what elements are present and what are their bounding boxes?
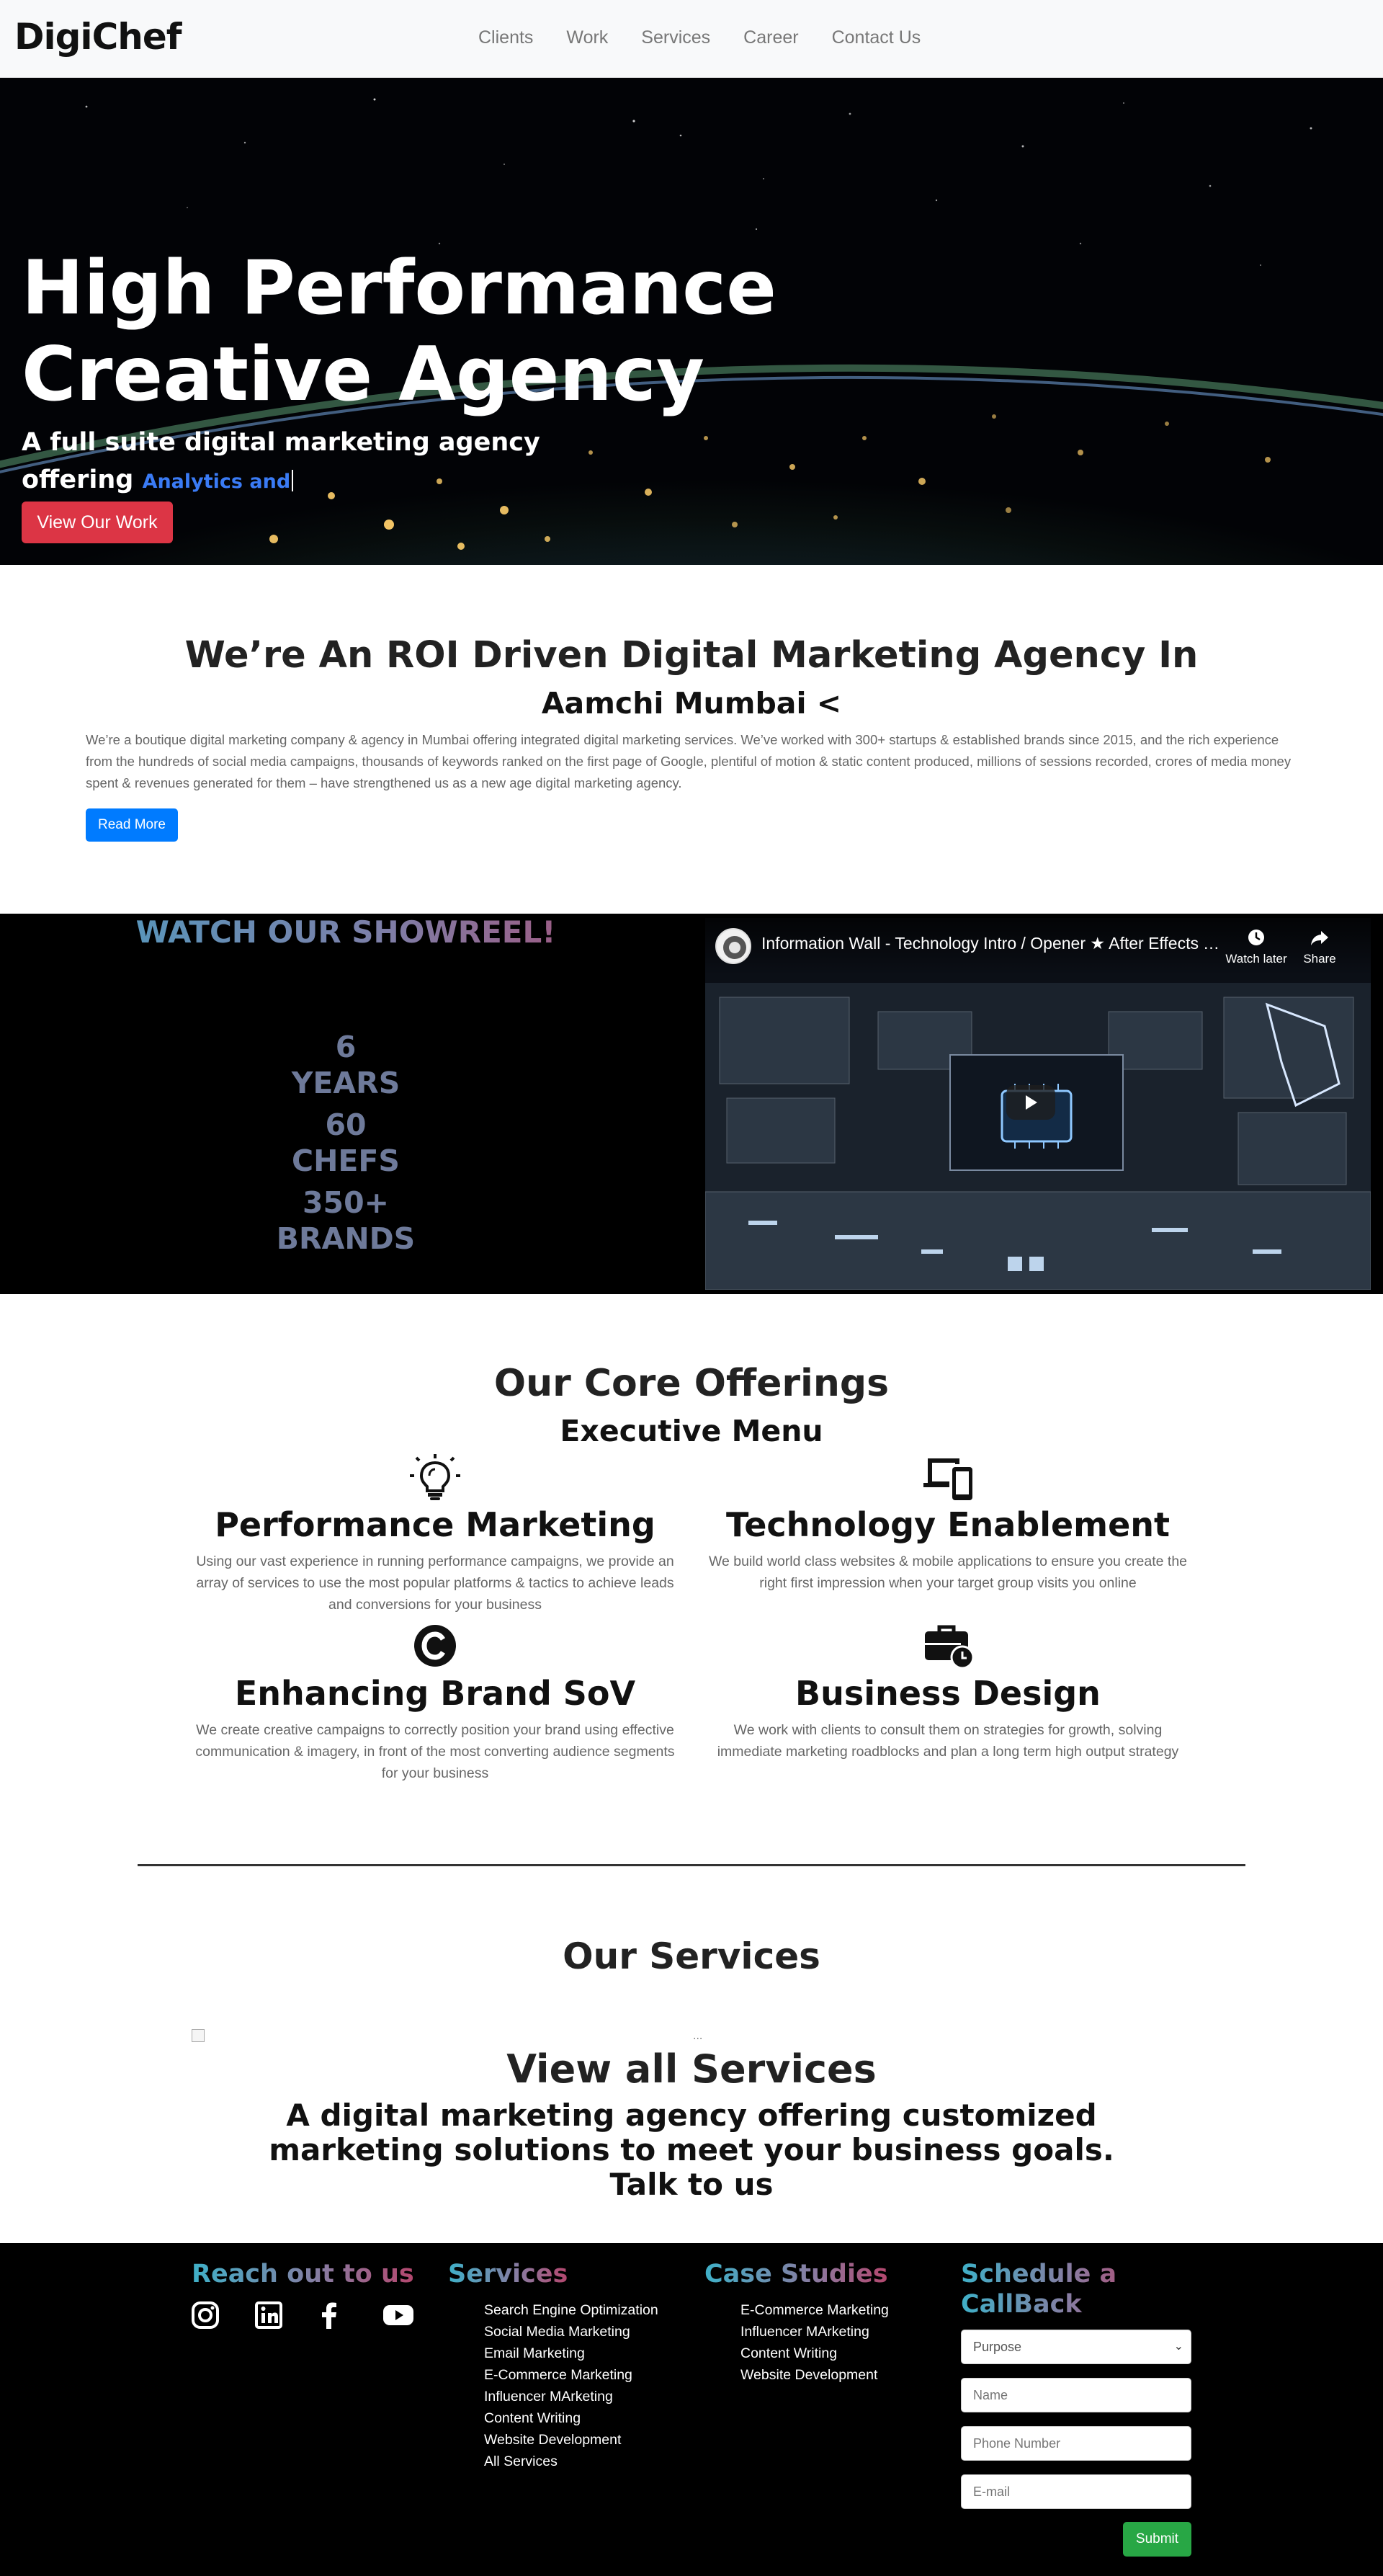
schedule-callback-heading: Schedule a CallBack: [961, 2259, 1148, 2319]
share-icon: [1311, 931, 1328, 945]
footer-all-services-link[interactable]: All Services: [484, 2451, 658, 2472]
footer-service-link[interactable]: Social Media Marketing: [484, 2321, 658, 2343]
footer-services-heading: Services: [448, 2260, 568, 2288]
hero-subtitle-line2: offering Analytics and: [22, 461, 598, 501]
case-study-link[interactable]: E-Commerce Marketing: [740, 2299, 889, 2321]
top-navbar: DigiChef Clients Work Services Career Co…: [0, 0, 1383, 78]
youtube-icon[interactable]: [382, 2299, 415, 2332]
view-our-work-button[interactable]: View Our Work: [22, 502, 173, 543]
video-title[interactable]: Information Wall - Technology Intro / Op…: [761, 934, 1222, 953]
hero-subtitle: A full suite digital marketing agency of…: [22, 424, 598, 501]
copyright-icon: [414, 1625, 456, 1667]
case-study-link[interactable]: Content Writing: [740, 2343, 889, 2364]
footer-service-link[interactable]: E-Commerce Marketing: [484, 2364, 658, 2386]
services-tagline: A digital marketing agency offering cust…: [269, 2098, 1114, 2202]
hero-title: High Performance Creative Agency: [22, 245, 886, 418]
offering-business-design: Business Design We work with clients to …: [703, 1621, 1193, 1762]
offering-description: We create creative campaigns to correctl…: [195, 1722, 675, 1781]
offering-description: Using our vast experience in running per…: [196, 1554, 674, 1613]
play-button[interactable]: [1006, 1085, 1055, 1120]
offering-title: Enhancing Brand SoV: [234, 1674, 636, 1713]
instagram-icon[interactable]: [189, 2299, 222, 2332]
nav-links: Clients Work Services Career Contact Us: [478, 27, 954, 48]
offering-technology-enablement: Technology Enablement We build world cla…: [703, 1453, 1193, 1594]
footer-service-link[interactable]: Content Writing: [484, 2407, 658, 2429]
footer-service-link[interactable]: Influencer MArketing: [484, 2386, 658, 2407]
brand-logo[interactable]: DigiChef: [14, 16, 182, 58]
read-more-button[interactable]: Read More: [86, 808, 178, 842]
purpose-select[interactable]: Purpose ⌄: [961, 2330, 1191, 2364]
case-study-link[interactable]: Influencer MArketing: [740, 2321, 889, 2343]
nav-link-career[interactable]: Career: [743, 27, 798, 48]
chevron-down-icon: ⌄: [1173, 2340, 1183, 2353]
hero-title-line1: High Performance: [22, 245, 777, 331]
typed-text: Analytics and: [142, 471, 291, 493]
clock-icon: [1248, 930, 1264, 945]
stat-chefs-label: CHEFS: [292, 1144, 400, 1178]
stat-years-number: 6: [335, 1030, 357, 1064]
offering-title: Business Design: [795, 1674, 1101, 1713]
submit-button[interactable]: Submit: [1123, 2522, 1191, 2557]
our-services-heading: Our Services: [563, 1935, 820, 1977]
watch-later-button[interactable]: Watch later: [1224, 927, 1289, 966]
devices-icon: [923, 1458, 972, 1500]
hero-subtitle-line1: A full suite digital marketing agency: [22, 428, 540, 457]
footer-service-link[interactable]: Search Engine Optimization: [484, 2299, 658, 2321]
channel-avatar[interactable]: [715, 928, 751, 964]
hero-subtitle-offering: offering: [22, 465, 134, 494]
case-study-link[interactable]: Website Development: [740, 2364, 889, 2386]
offering-title: Technology Enablement: [725, 1505, 1171, 1544]
email-field[interactable]: [961, 2474, 1191, 2509]
roi-paragraph: We’re a boutique digital marketing compa…: [86, 732, 1292, 790]
core-offerings-heading: Our Core Offerings: [493, 1362, 890, 1405]
reach-out-heading: Reach out to us: [192, 2260, 414, 2288]
linkedin-icon[interactable]: [252, 2299, 285, 2332]
offering-enhancing-brand-sov: Enhancing Brand SoV We create creative c…: [190, 1621, 680, 1784]
stat-chefs: 60 CHEFS: [0, 1107, 692, 1179]
roi-subheading: Aamchi Mumbai <: [541, 686, 842, 721]
offering-description: We work with clients to consult them on …: [717, 1722, 1179, 1760]
case-studies-heading: Case Studies: [704, 2260, 888, 2288]
purpose-select-value: Purpose: [973, 2339, 1022, 2354]
footer-service-link[interactable]: Email Marketing: [484, 2343, 658, 2364]
nav-link-services[interactable]: Services: [641, 27, 710, 48]
offering-title: Performance Marketing: [215, 1505, 655, 1544]
case-studies-list: E-Commerce Marketing Influencer MArketin…: [740, 2299, 889, 2386]
stat-brands-label: BRANDS: [276, 1221, 416, 1256]
watch-later-label: Watch later: [1225, 952, 1287, 966]
offering-performance-marketing: Performance Marketing Using our vast exp…: [190, 1453, 680, 1615]
nav-link-clients[interactable]: Clients: [478, 27, 533, 48]
executive-menu-heading: Executive Menu: [560, 1414, 823, 1448]
showreel-title: WATCH OUR SHOWREEL!: [0, 914, 692, 951]
stat-chefs-number: 60: [325, 1107, 367, 1142]
share-label: Share: [1303, 952, 1336, 966]
business-time-icon: [925, 1625, 975, 1670]
stat-years: 6 YEARS: [0, 1029, 692, 1101]
typing-cursor: [292, 470, 294, 491]
footer-service-link[interactable]: Website Development: [484, 2429, 658, 2451]
stat-brands-number: 350+: [303, 1185, 389, 1220]
offering-description: We build world class websites & mobile a…: [708, 1554, 1188, 1591]
carousel-dots[interactable]: ...: [693, 2031, 702, 2042]
youtube-video-embed[interactable]: Information Wall - Technology Intro / Op…: [705, 918, 1371, 1290]
footer-services-list: Search Engine Optimization Social Media …: [484, 2299, 658, 2472]
share-button[interactable]: Share: [1294, 927, 1345, 966]
section-divider: [138, 1864, 1245, 1866]
name-field[interactable]: [961, 2378, 1191, 2412]
facebook-icon[interactable]: [313, 2299, 346, 2332]
view-all-services-link[interactable]: View all Services: [0, 2046, 1383, 2092]
phone-number-field[interactable]: [961, 2426, 1191, 2461]
play-icon: [1026, 1095, 1037, 1110]
lightbulb-icon: [410, 1454, 460, 1500]
roi-heading: We’re An ROI Driven Digital Marketing Ag…: [184, 634, 1199, 677]
broken-image-icon: [192, 2029, 205, 2042]
stat-brands: 350+ BRANDS: [0, 1185, 692, 1257]
stat-years-label: YEARS: [291, 1066, 400, 1100]
nav-link-contact-us[interactable]: Contact Us: [832, 27, 921, 48]
hero-title-line2: Creative Agency: [22, 331, 704, 418]
nav-link-work[interactable]: Work: [566, 27, 608, 48]
hero-banner: High Performance Creative Agency A full …: [0, 78, 1383, 565]
